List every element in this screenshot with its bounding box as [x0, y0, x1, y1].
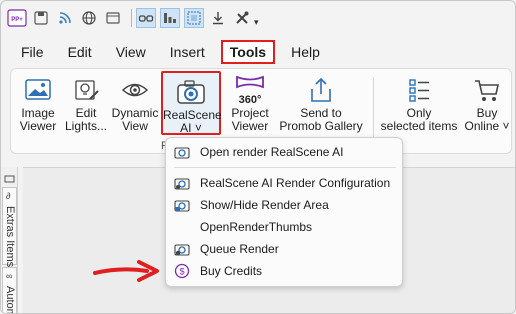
project-viewer-button[interactable]: 360° Project Viewer: [225, 73, 275, 133]
send-to-gallery-label: Send to Promob Gallery: [279, 106, 363, 133]
camera-area-icon: [174, 200, 190, 212]
menu-item-render-config[interactable]: RealScene AI Render Configuration: [166, 172, 402, 194]
camera-queue-icon: [174, 244, 190, 256]
menu-bar: File Edit View Insert Tools Help: [9, 39, 332, 65]
chart-icon[interactable]: [160, 8, 180, 28]
qat-customize-icon[interactable]: ▾: [254, 17, 259, 28]
globe-icon[interactable]: [79, 8, 99, 28]
only-selected-items-button[interactable]: Only selected items: [377, 73, 461, 133]
app-badge-text: PP+: [11, 17, 23, 23]
buy-online-button[interactable]: Buy Online ˅: [463, 73, 511, 133]
menu-tools[interactable]: Tools: [220, 40, 276, 64]
menu-help[interactable]: Help: [279, 39, 332, 65]
tab-automation[interactable]: ∞ Autom: [2, 267, 17, 314]
grid-icon[interactable]: [184, 8, 204, 28]
left-side-pane: ∂ Extras Items ∞ Autom: [1, 167, 18, 314]
share-upload-icon: [311, 77, 331, 102]
svg-text:$: $: [179, 267, 184, 277]
checklist-icon: [409, 79, 429, 102]
camera-icon: [177, 80, 205, 104]
menu-item-buy-credits[interactable]: $ Buy Credits: [166, 260, 402, 282]
menu-item-open-render-thumbs[interactable]: OpenRenderThumbs: [166, 216, 402, 238]
menu-item-queue-render[interactable]: Queue Render: [166, 238, 402, 260]
toolbar-separator: [131, 9, 132, 27]
save-icon[interactable]: [31, 8, 51, 28]
edit-lights-label: Edit Lights...: [64, 106, 108, 133]
360-badge: 360°: [239, 94, 262, 106]
ribbon-separator: [373, 77, 374, 139]
app-logo-icon[interactable]: PP+: [7, 8, 27, 28]
menu-item-label: RealScene AI Render Configuration: [200, 176, 391, 190]
edit-lights-icon: [75, 80, 99, 100]
rss-icon[interactable]: [55, 8, 75, 28]
paperclip-icon: ∂: [6, 191, 11, 201]
tab-automation-label: Autom: [4, 286, 16, 314]
download-icon[interactable]: [208, 8, 228, 28]
app-window: PP+ ▾ File Edit View Insert Tools Help I…: [0, 0, 516, 314]
shopping-cart-icon: [475, 80, 499, 101]
camera-icon: [174, 147, 190, 159]
quick-access-toolbar: PP+ ▾: [1, 1, 515, 35]
realscene-ai-dropdown: Open render RealScene AI RealScene AI Re…: [165, 137, 403, 287]
menu-insert[interactable]: Insert: [158, 39, 217, 65]
menu-item-label: Show/Hide Render Area: [200, 198, 329, 212]
menu-item-label: Buy Credits: [200, 264, 263, 278]
link-icon: ∞: [6, 271, 13, 281]
menu-item-label: Queue Render: [200, 242, 279, 256]
send-to-gallery-button[interactable]: Send to Promob Gallery: [273, 73, 369, 133]
dollar-coin-icon: $: [174, 263, 190, 279]
dynamic-view-button[interactable]: Dynamic View: [109, 73, 161, 133]
edit-lights-button[interactable]: Edit Lights...: [63, 73, 109, 133]
menu-item-label: Open render RealScene AI: [200, 145, 344, 159]
glasses-icon[interactable]: [136, 8, 156, 28]
tab-extras-items[interactable]: ∂ Extras Items: [2, 187, 17, 268]
menu-item-show-hide-render-area[interactable]: Show/Hide Render Area: [166, 194, 402, 216]
only-selected-items-label: Only selected items: [380, 106, 458, 133]
eye-icon: [121, 83, 149, 97]
pin-icon[interactable]: [4, 173, 15, 183]
menu-view[interactable]: View: [104, 39, 158, 65]
buy-online-label: Buy Online ˅: [464, 106, 510, 133]
menu-item-label: OpenRenderThumbs: [200, 220, 313, 234]
camera-gear-icon: [174, 178, 190, 190]
realscene-ai-label: RealScene AI ˅: [163, 108, 222, 135]
menu-file[interactable]: File: [9, 39, 56, 65]
dynamic-view-label: Dynamic View: [111, 106, 159, 133]
image-viewer-icon: [25, 79, 51, 100]
menu-edit[interactable]: Edit: [56, 39, 104, 65]
folder-icon[interactable]: [103, 8, 123, 28]
project-viewer-icon: 360°: [236, 75, 264, 106]
tools-icon[interactable]: [232, 8, 252, 28]
image-viewer-button[interactable]: Image Viewer: [13, 73, 63, 133]
realscene-ai-button[interactable]: RealScene AI ˅: [161, 71, 222, 135]
project-viewer-label: Project Viewer: [231, 106, 269, 133]
menu-separator: [174, 167, 396, 168]
tab-extras-items-label: Extras Items: [4, 206, 16, 268]
menu-item-open-render[interactable]: Open render RealScene AI: [166, 141, 402, 163]
red-arrow-icon: [91, 259, 163, 286]
image-viewer-label: Image Viewer: [19, 106, 57, 133]
